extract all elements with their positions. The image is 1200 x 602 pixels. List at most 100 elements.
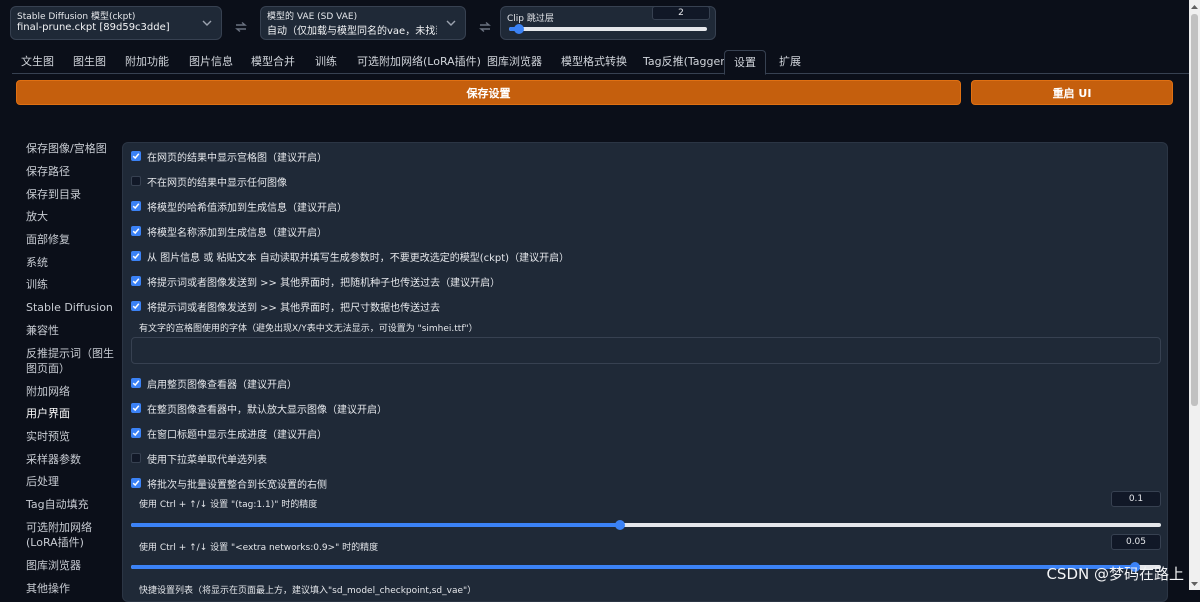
refresh-vae-icon[interactable] xyxy=(474,16,496,38)
setting-label: 使用下拉菜单取代单选列表 xyxy=(147,451,267,466)
setting-send-seed[interactable]: 将提示词或者图像发送到 >> 其他界面时，把随机种子也传送过去（建议开启） xyxy=(131,273,500,289)
vae-value: 自动（仅加载与模型同名的vae，未找到则不加 xyxy=(267,22,437,37)
tab-checkpoint-merger[interactable]: 模型合并 xyxy=(242,50,304,74)
sidebar-item-image-browser[interactable]: 图库浏览器 xyxy=(26,558,116,573)
tab-settings[interactable]: 设置 xyxy=(724,50,766,75)
page-scrollbar[interactable] xyxy=(1189,0,1200,590)
main-tabs: 文生图 图生图 附加功能 图片信息 模型合并 训练 可选附加网络(LoRA插件)… xyxy=(12,50,1200,74)
save-settings-button[interactable]: 保存设置 xyxy=(16,80,961,105)
checkbox[interactable] xyxy=(131,403,141,413)
chevron-down-icon xyxy=(443,15,459,31)
checkbox[interactable] xyxy=(131,428,141,438)
slider-fill xyxy=(131,523,620,527)
sidebar-item-extra-networks[interactable]: 附加网络 xyxy=(26,384,116,399)
sidebar-item-user-interface[interactable]: 用户界面 xyxy=(26,406,116,421)
extra-network-precision-label: 使用 Ctrl + ↑/↓ 设置 "<extra networks:0.9>" … xyxy=(139,540,378,553)
vae-dropdown[interactable]: 模型的 VAE (SD VAE) 自动（仅加载与模型同名的vae，未找到则不加 xyxy=(260,6,466,40)
attention-precision-number[interactable]: 0.1 xyxy=(1111,491,1161,507)
vae-label: 模型的 VAE (SD VAE) xyxy=(267,9,357,22)
checkbox[interactable] xyxy=(131,276,141,286)
clip-skip-slider[interactable] xyxy=(509,27,707,31)
setting-fullpage-viewer[interactable]: 启用整页图像查看器（建议开启） xyxy=(131,375,297,391)
setting-keep-model-on-paste[interactable]: 从 图片信息 或 粘贴文本 自动读取并填写生成参数时，不要更改选定的模型(ckp… xyxy=(131,248,569,264)
checkpoint-value: final-prune.ckpt [89d59c3dde] xyxy=(17,22,193,33)
clip-skip-knob[interactable] xyxy=(514,24,524,34)
checkbox[interactable] xyxy=(131,151,141,161)
extra-network-precision-number[interactable]: 0.05 xyxy=(1111,534,1161,550)
scroll-thumb[interactable] xyxy=(1191,14,1198,406)
setting-send-size[interactable]: 将提示词或者图像发送到 >> 其他界面时，把尺寸数据也传送过去 xyxy=(131,298,440,314)
setting-label: 在整页图像查看器中，默认放大显示图像（建议开启） xyxy=(147,401,387,416)
setting-label: 将批次与批量设置整合到长宽设置的右侧 xyxy=(147,476,327,491)
tab-train[interactable]: 训练 xyxy=(306,50,346,74)
checkpoint-dropdown[interactable]: Stable Diffusion 模型(ckpt) final-prune.ck… xyxy=(10,6,222,40)
checkbox[interactable] xyxy=(131,176,141,186)
sidebar-item-saving-images[interactable]: 保存图像/宫格图 xyxy=(26,141,116,156)
sidebar-item-tag-autocomplete[interactable]: Tag自动填充 xyxy=(26,497,116,512)
setting-label: 将模型名称添加到生成信息（建议开启） xyxy=(147,224,327,239)
sidebar-item-training[interactable]: 训练 xyxy=(26,277,116,292)
setting-label: 在窗口标题中显示生成进度（建议开启） xyxy=(147,426,327,441)
checkbox[interactable] xyxy=(131,378,141,388)
sidebar-item-sampler-parameters[interactable]: 采样器参数 xyxy=(26,452,116,467)
chevron-down-icon xyxy=(199,15,215,31)
setting-label: 将模型的哈希值添加到生成信息（建议开启） xyxy=(147,199,347,214)
sidebar-item-compatibility[interactable]: 兼容性 xyxy=(26,323,116,338)
tab-img2img[interactable]: 图生图 xyxy=(64,50,115,74)
setting-add-model-hash[interactable]: 将模型的哈希值添加到生成信息（建议开启） xyxy=(131,198,347,214)
sidebar-item-actions[interactable]: 其他操作 xyxy=(26,581,116,596)
setting-label: 在网页的结果中显示宫格图（建议开启） xyxy=(147,149,327,164)
tab-txt2img[interactable]: 文生图 xyxy=(12,50,63,74)
setting-batch-beside-size[interactable]: 将批次与批量设置整合到长宽设置的右侧 xyxy=(131,475,327,491)
tab-image-browser[interactable]: 图库浏览器 xyxy=(478,50,551,74)
setting-label: 将提示词或者图像发送到 >> 其他界面时，把随机种子也传送过去（建议开启） xyxy=(147,274,500,289)
font-input[interactable] xyxy=(131,337,1161,364)
sidebar-item-saving-paths[interactable]: 保存路径 xyxy=(26,164,116,179)
sidebar-item-live-previews[interactable]: 实时预览 xyxy=(26,429,116,444)
setting-label: 将提示词或者图像发送到 >> 其他界面时，把尺寸数据也传送过去 xyxy=(147,299,440,314)
extra-network-precision-slider[interactable] xyxy=(131,565,1161,569)
setting-add-model-name[interactable]: 将模型名称添加到生成信息（建议开启） xyxy=(131,223,327,239)
tab-png-info[interactable]: 图片信息 xyxy=(180,50,242,74)
clip-skip-number[interactable]: 2 xyxy=(652,6,710,20)
checkbox[interactable] xyxy=(131,453,141,463)
sidebar-item-upscaling[interactable]: 放大 xyxy=(26,209,116,224)
watermark: CSDN @梦码在路上 xyxy=(1046,563,1184,584)
sidebar-item-system[interactable]: 系统 xyxy=(26,255,116,270)
setting-title-progress[interactable]: 在窗口标题中显示生成进度（建议开启） xyxy=(131,425,327,441)
setting-label: 启用整页图像查看器（建议开启） xyxy=(147,376,297,391)
tab-tagger[interactable]: Tag反推(Tagger) xyxy=(634,50,738,74)
tab-additional-networks[interactable]: 可选附加网络(LoRA插件) xyxy=(348,50,490,74)
checkbox[interactable] xyxy=(131,301,141,311)
scroll-up-icon[interactable] xyxy=(1189,1,1200,12)
clip-skip-label: Clip 跳过层 xyxy=(507,11,554,24)
tab-extensions[interactable]: 扩展 xyxy=(770,50,810,74)
checkbox[interactable] xyxy=(131,201,141,211)
sidebar-item-saving-to-dirs[interactable]: 保存到目录 xyxy=(26,187,116,202)
setting-label: 从 图片信息 或 粘贴文本 自动读取并填写生成参数时，不要更改选定的模型(ckp… xyxy=(147,249,569,264)
attention-precision-label: 使用 Ctrl + ↑/↓ 设置 "(tag:1.1)" 时的精度 xyxy=(139,497,317,510)
restart-ui-button[interactable]: 重启 UI xyxy=(971,80,1173,105)
checkbox[interactable] xyxy=(131,251,141,261)
slider-knob[interactable] xyxy=(615,520,625,530)
sidebar-item-lora-networks[interactable]: 可选附加网络(LoRA插件) xyxy=(26,520,116,550)
sidebar-item-stable-diffusion[interactable]: Stable Diffusion xyxy=(26,300,116,315)
setting-hide-images[interactable]: 不在网页的结果中显示任何图像 xyxy=(131,173,287,189)
refresh-checkpoint-icon[interactable] xyxy=(230,16,252,38)
tab-extras[interactable]: 附加功能 xyxy=(116,50,178,74)
attention-precision-slider[interactable] xyxy=(131,523,1161,527)
settings-panel: 在网页的结果中显示宫格图（建议开启） 不在网页的结果中显示任何图像 将模型的哈希… xyxy=(122,142,1168,602)
setting-viewer-zoom[interactable]: 在整页图像查看器中，默认放大显示图像（建议开启） xyxy=(131,400,387,416)
checkpoint-label: Stable Diffusion 模型(ckpt) xyxy=(17,9,135,22)
tab-model-converter[interactable]: 模型格式转换 xyxy=(552,50,636,74)
setting-dropdown-radio[interactable]: 使用下拉菜单取代单选列表 xyxy=(131,450,267,466)
sidebar-item-postprocessing[interactable]: 后处理 xyxy=(26,474,116,489)
slider-fill xyxy=(131,565,1135,569)
scroll-down-icon[interactable] xyxy=(1189,578,1200,589)
setting-show-grid[interactable]: 在网页的结果中显示宫格图（建议开启） xyxy=(131,148,327,164)
checkbox[interactable] xyxy=(131,226,141,236)
font-field-label: 有文字的宫格图使用的字体（避免出现X/Y表中文无法显示，可设置为 "simhei… xyxy=(139,321,478,334)
sidebar-item-interrogate[interactable]: 反推提示词（图生图页面） xyxy=(26,346,116,376)
sidebar-item-face-restoration[interactable]: 面部修复 xyxy=(26,232,116,247)
checkbox[interactable] xyxy=(131,478,141,488)
